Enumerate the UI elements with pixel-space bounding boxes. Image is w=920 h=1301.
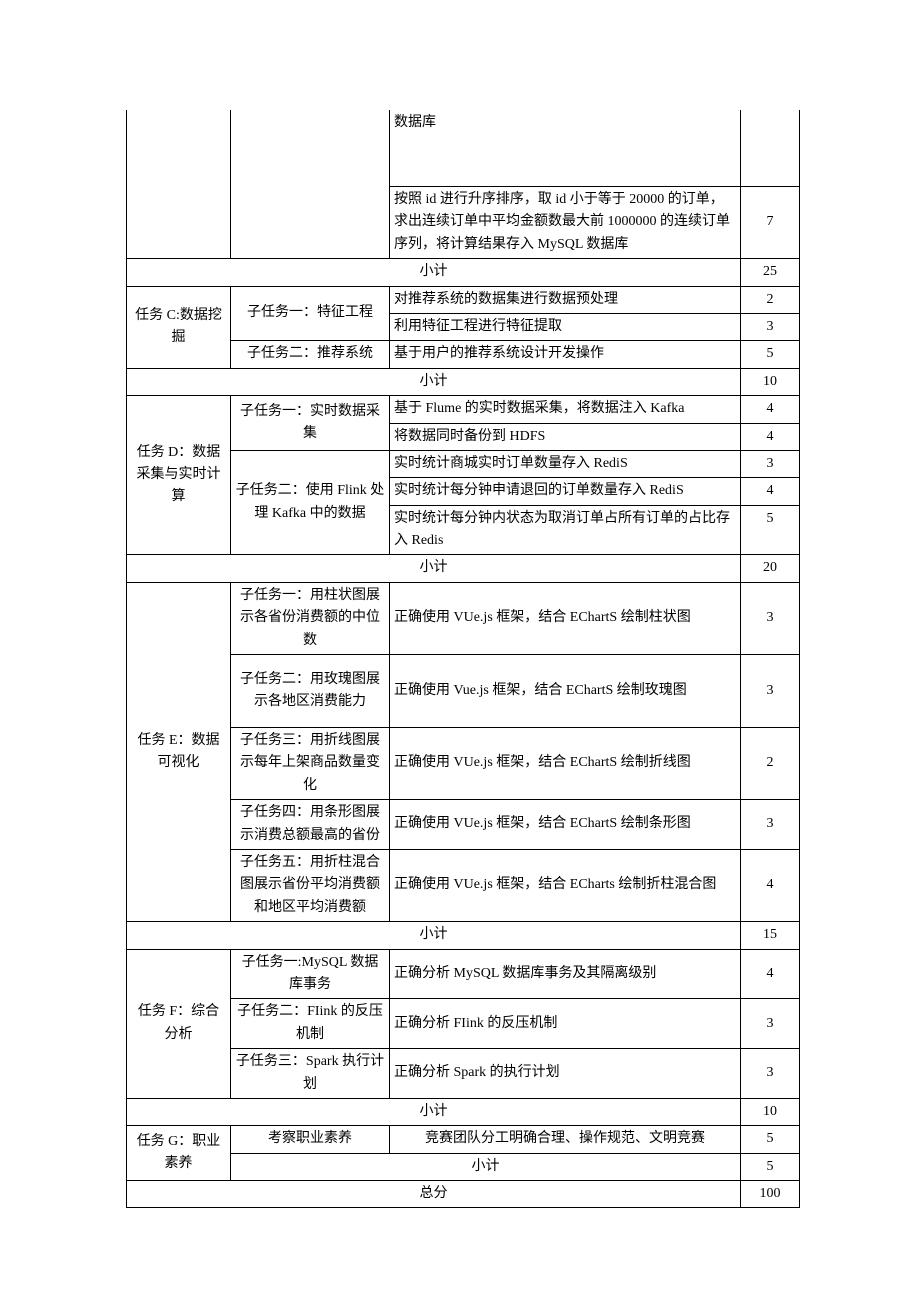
table-row: 任务 D：数据采集与实时计算 子任务一：实时数据采集 基于 Flume 的实时数… bbox=[127, 396, 800, 423]
desc-cell: 正确使用 VUe.js 框架，结合 ECharts 绘制折柱混合图 bbox=[390, 849, 741, 921]
subtotal-value: 20 bbox=[741, 555, 800, 582]
task-name-cell: 任务 D：数据采集与实时计算 bbox=[127, 396, 231, 555]
subtotal-value: 10 bbox=[741, 368, 800, 395]
desc-cell: 实时统计每分钟申请退回的订单数量存入 RediS bbox=[390, 478, 741, 505]
table-row: 数据库 bbox=[127, 110, 800, 187]
score-cell: 3 bbox=[741, 999, 800, 1049]
table-row: 任务 E：数据可视化 子任务一：用柱状图展示各省份消费额的中位数 正确使用 VU… bbox=[127, 582, 800, 654]
desc-cell: 利用特征工程进行特征提取 bbox=[390, 313, 741, 340]
subtotal-label: 小计 bbox=[127, 368, 741, 395]
score-cell bbox=[741, 110, 800, 187]
total-label: 总分 bbox=[127, 1181, 741, 1208]
score-cell: 4 bbox=[741, 396, 800, 423]
subtotal-value: 5 bbox=[741, 1153, 800, 1180]
table-row: 任务 F：综合分析 子任务一:MySQL 数据库事务 正确分析 MySQL 数据… bbox=[127, 949, 800, 999]
subtotal-row: 小计 25 bbox=[127, 259, 800, 286]
desc-cell: 正确分析 MySQL 数据库事务及其隔离级别 bbox=[390, 949, 741, 999]
total-value: 100 bbox=[741, 1181, 800, 1208]
score-cell: 3 bbox=[741, 655, 800, 728]
task-name-cell: 任务 F：综合分析 bbox=[127, 949, 231, 1098]
task-name-cell: 任务 E：数据可视化 bbox=[127, 582, 231, 921]
subtotal-row: 小计 10 bbox=[127, 368, 800, 395]
desc-cell: 正确分析 Spark 的执行计划 bbox=[390, 1049, 741, 1099]
desc-cell: 正确使用 VUe.js 框架，结合 EChartS 绘制条形图 bbox=[390, 800, 741, 850]
score-cell: 5 bbox=[741, 1126, 800, 1153]
subtask-cell: 子任务四：用条形图展示消费总额最高的省份 bbox=[231, 800, 390, 850]
subtotal-label: 小计 bbox=[127, 1098, 741, 1125]
subtask-cell: 子任务二：推荐系统 bbox=[231, 341, 390, 368]
subtask-cell: 子任务一：用柱状图展示各省份消费额的中位数 bbox=[231, 582, 390, 654]
desc-cell: 竞赛团队分工明确合理、操作规范、文明竞赛 bbox=[390, 1126, 741, 1153]
subtask-cell: 子任务二：用玫瑰图展示各地区消费能力 bbox=[231, 655, 390, 728]
desc-cell: 实时统计商城实时订单数量存入 RediS bbox=[390, 450, 741, 477]
score-cell: 2 bbox=[741, 728, 800, 800]
subtotal-label: 小计 bbox=[127, 259, 741, 286]
subtask-cell: 子任务二：FIink 的反压机制 bbox=[231, 999, 390, 1049]
subtotal-row: 小计 15 bbox=[127, 922, 800, 949]
task-name-cell: 任务 G：职业素养 bbox=[127, 1126, 231, 1181]
score-cell: 4 bbox=[741, 849, 800, 921]
subtask-cell: 子任务一：实时数据采集 bbox=[231, 396, 390, 451]
task-name-cell bbox=[127, 110, 231, 259]
table-row: 任务 C:数据挖掘 子任务一：特征工程 对推荐系统的数据集进行数据预处理 2 bbox=[127, 286, 800, 313]
desc-cell: 将数据同时备份到 HDFS bbox=[390, 423, 741, 450]
desc-cell: 实时统计每分钟内状态为取消订单占所有订单的占比存入 Redis bbox=[390, 505, 741, 555]
desc-cell: 基于 Flume 的实时数据采集，将数据注入 Kafka bbox=[390, 396, 741, 423]
subtotal-label: 小计 bbox=[231, 1153, 741, 1180]
score-cell: 5 bbox=[741, 341, 800, 368]
subtotal-value: 10 bbox=[741, 1098, 800, 1125]
score-cell: 3 bbox=[741, 582, 800, 654]
task-name-cell: 任务 C:数据挖掘 bbox=[127, 286, 231, 368]
score-cell: 5 bbox=[741, 505, 800, 555]
score-cell: 4 bbox=[741, 478, 800, 505]
subtask-cell: 子任务三：Spark 执行计划 bbox=[231, 1049, 390, 1099]
subtotal-value: 25 bbox=[741, 259, 800, 286]
score-cell: 3 bbox=[741, 800, 800, 850]
subtask-cell: 子任务一：特征工程 bbox=[231, 286, 390, 341]
desc-cell: 按照 id 进行升序排序，取 id 小于等于 20000 的订单，求出连续订单中… bbox=[390, 187, 741, 259]
subtotal-label: 小计 bbox=[127, 555, 741, 582]
desc-cell: 正确使用 VUe.js 框架，结合 EChartS 绘制柱状图 bbox=[390, 582, 741, 654]
subtotal-value: 15 bbox=[741, 922, 800, 949]
subtask-cell: 子任务五：用折柱混合图展示省份平均消费额和地区平均消费额 bbox=[231, 849, 390, 921]
score-cell: 2 bbox=[741, 286, 800, 313]
score-table: 数据库 按照 id 进行升序排序，取 id 小于等于 20000 的订单，求出连… bbox=[126, 110, 800, 1208]
desc-cell: 正确使用 Vue.js 框架，结合 EChartS 绘制玫瑰图 bbox=[390, 655, 741, 728]
desc-cell: 对推荐系统的数据集进行数据预处理 bbox=[390, 286, 741, 313]
score-cell: 3 bbox=[741, 313, 800, 340]
desc-cell: 正确使用 VUe.js 框架，结合 EChartS 绘制折线图 bbox=[390, 728, 741, 800]
score-cell: 4 bbox=[741, 949, 800, 999]
subtotal-row: 小计 20 bbox=[127, 555, 800, 582]
subtotal-label: 小计 bbox=[127, 922, 741, 949]
subtask-cell: 考察职业素养 bbox=[231, 1126, 390, 1153]
subtask-cell: 子任务三：用折线图展示每年上架商品数量变化 bbox=[231, 728, 390, 800]
score-cell: 7 bbox=[741, 187, 800, 259]
desc-cell: 基于用户的推荐系统设计开发操作 bbox=[390, 341, 741, 368]
score-cell: 4 bbox=[741, 423, 800, 450]
total-row: 总分 100 bbox=[127, 1181, 800, 1208]
desc-cell: 正确分析 FIink 的反压机制 bbox=[390, 999, 741, 1049]
desc-cell: 数据库 bbox=[390, 110, 741, 187]
table-row: 任务 G：职业素养 考察职业素养 竞赛团队分工明确合理、操作规范、文明竞赛 5 bbox=[127, 1126, 800, 1153]
subtask-cell: 子任务一:MySQL 数据库事务 bbox=[231, 949, 390, 999]
subtask-cell bbox=[231, 110, 390, 259]
subtask-cell: 子任务二：使用 Flink 处理 Kafka 中的数据 bbox=[231, 450, 390, 555]
subtotal-row: 小计 10 bbox=[127, 1098, 800, 1125]
score-cell: 3 bbox=[741, 450, 800, 477]
score-cell: 3 bbox=[741, 1049, 800, 1099]
